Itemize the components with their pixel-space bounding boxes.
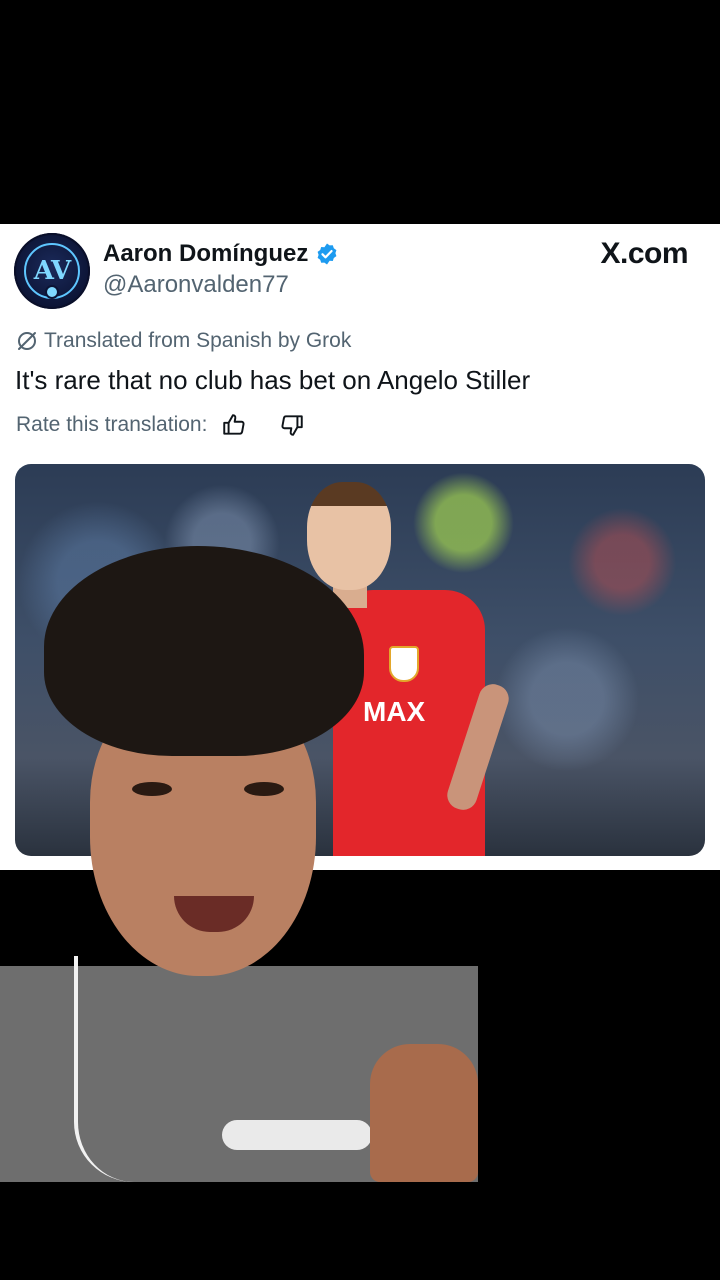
avatar[interactable]: AV xyxy=(14,233,90,309)
display-name[interactable]: Aaron Domínguez xyxy=(103,240,308,268)
webcam-hand xyxy=(370,1044,478,1182)
verified-badge-icon xyxy=(317,243,337,265)
translation-label: Translated from Spanish by Grok xyxy=(44,329,352,352)
webcam-overlay xyxy=(0,546,478,1182)
avatar-ball-icon xyxy=(45,285,59,299)
rate-translation-row: Rate this translation: xyxy=(16,412,305,438)
rate-translation-label: Rate this translation: xyxy=(16,413,208,436)
tweet-text: It's rare that no club has bet on Angelo… xyxy=(15,365,531,395)
thumbs-down-icon[interactable] xyxy=(279,412,305,438)
thumbs-up-icon[interactable] xyxy=(221,412,247,438)
earphone-wire xyxy=(74,956,138,1182)
translation-notice: Translated from Spanish by Grok xyxy=(16,329,351,353)
earbud xyxy=(222,1120,372,1150)
grok-translate-icon xyxy=(18,332,36,350)
handle[interactable]: @Aaronvalden77 xyxy=(103,271,289,299)
avatar-initials: AV xyxy=(33,256,71,286)
webcam-right-eye xyxy=(244,782,284,796)
webcam-left-eye xyxy=(132,782,172,796)
webcam-hair xyxy=(44,546,364,756)
name-row: Aaron Domínguez xyxy=(103,240,339,268)
brand-label: X.com xyxy=(600,237,688,270)
